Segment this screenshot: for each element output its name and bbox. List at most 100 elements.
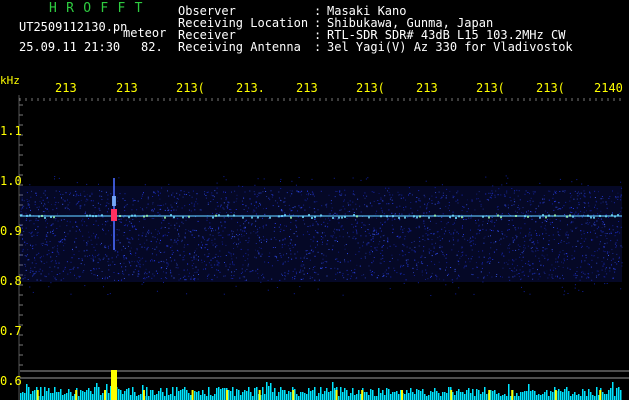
level-bar (408, 393, 410, 400)
level-bar (44, 387, 46, 400)
level-bar (82, 391, 84, 400)
level-bar (128, 388, 130, 400)
level-bar (342, 392, 344, 400)
level-bar (486, 394, 488, 400)
level-bar (286, 394, 288, 400)
level-bar (500, 396, 502, 400)
level-bar (212, 396, 214, 400)
level-bar (460, 392, 462, 400)
level-bar (150, 390, 152, 400)
meteor-head (111, 209, 117, 221)
level-bar (80, 390, 82, 400)
noise-band (20, 186, 622, 282)
level-bar (60, 389, 62, 400)
level-bar (140, 394, 142, 400)
level-bar (214, 394, 216, 400)
meteor-trail (112, 196, 116, 206)
level-bar (68, 389, 70, 400)
level-bar (390, 394, 392, 400)
level-bar-yellow (292, 390, 295, 400)
level-bar (172, 387, 174, 400)
carrier-blip (242, 216, 244, 219)
carrier-blip (434, 214, 436, 217)
level-bar (458, 389, 460, 400)
spectrogram-plot (18, 95, 629, 400)
carrier-blip (590, 216, 592, 219)
level-bar (324, 391, 326, 400)
level-bar (42, 396, 44, 400)
level-bar (28, 387, 30, 400)
x-tick-label: 213 (416, 81, 438, 95)
level-bar (420, 391, 422, 400)
level-bar (202, 390, 204, 400)
carrier-blip (341, 216, 343, 219)
level-bar (358, 390, 360, 400)
level-bar (592, 395, 594, 400)
level-bar (378, 388, 380, 400)
level-bar (72, 396, 74, 400)
carrier-blip (404, 216, 406, 219)
level-bar (24, 393, 26, 400)
level-bar (186, 390, 188, 400)
level-bar (514, 396, 516, 400)
level-bar (394, 392, 396, 400)
carrier-blip (524, 215, 526, 218)
level-bar-yellow (599, 390, 602, 400)
level-bar (482, 392, 484, 400)
level-bar (328, 392, 330, 400)
y-tick-label: 0.8 (0, 274, 22, 288)
level-bar (586, 396, 588, 400)
level-bar (108, 393, 110, 400)
carrier-blip (314, 215, 316, 218)
level-bar (270, 383, 272, 400)
level-bar (312, 390, 314, 400)
level-bar (380, 393, 382, 400)
level-bar (432, 392, 434, 400)
level-bar (542, 394, 544, 400)
level-bar (548, 396, 550, 400)
level-bar (32, 391, 34, 400)
level-bar-yellow (142, 390, 145, 400)
level-bar (530, 391, 532, 400)
level-bar (216, 388, 218, 400)
carrier-blip (452, 214, 454, 217)
level-bar (302, 392, 304, 400)
level-bar (618, 387, 620, 400)
level-bar-peak (111, 370, 117, 400)
carrier-blip (119, 215, 121, 218)
level-bar (232, 387, 234, 400)
level-bar (602, 392, 604, 400)
y-tick-label: 0.9 (0, 224, 22, 238)
level-bar (240, 395, 242, 400)
carrier-blip (170, 214, 172, 217)
level-bar (106, 384, 108, 400)
carrier-blip (392, 215, 394, 218)
carrier-blip (101, 214, 103, 217)
level-bar (346, 390, 348, 400)
carrier-blip (284, 214, 286, 217)
level-bar (26, 384, 28, 400)
level-bar-yellow (75, 390, 78, 400)
level-bar (94, 387, 96, 400)
level-bar (306, 394, 308, 400)
level-bar (416, 389, 418, 400)
level-bar (54, 387, 56, 400)
level-bar (282, 390, 284, 400)
level-bar (308, 388, 310, 400)
carrier-blip (95, 215, 97, 218)
level-bar (276, 396, 278, 400)
carrier-blip (278, 215, 280, 218)
level-bar (182, 389, 184, 400)
carrier-blip (86, 214, 88, 217)
level-bar (498, 393, 500, 400)
level-bar (338, 396, 340, 400)
level-bar (370, 389, 372, 400)
level-bar (516, 393, 518, 400)
level-bar (428, 395, 430, 400)
level-bar-yellow (258, 390, 261, 400)
level-bar (446, 393, 448, 400)
level-bar (160, 388, 162, 400)
level-bar (206, 396, 208, 400)
y-axis-unit: kHz (0, 74, 20, 87)
level-bar (596, 387, 598, 400)
